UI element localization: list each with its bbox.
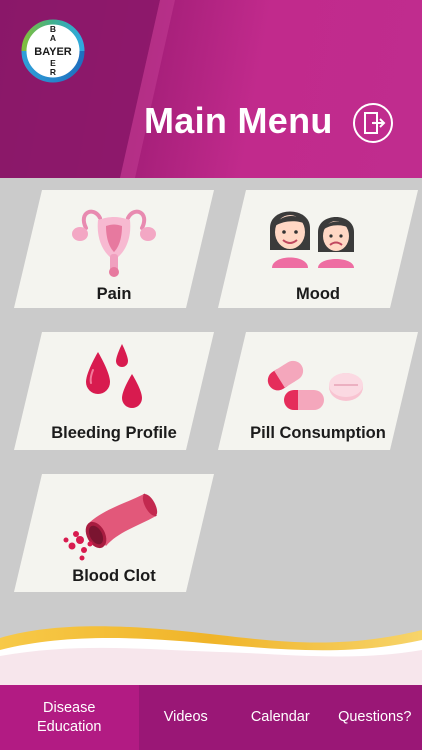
menu-item-pill-consumption[interactable]: Pill Consumption xyxy=(218,332,418,450)
nav-item-disease-education[interactable]: Disease Education xyxy=(0,685,139,750)
menu-item-label: Bleeding Profile xyxy=(51,424,177,442)
svg-text:R: R xyxy=(50,67,56,77)
menu-grid: Pain Mood Bleeding Profile Pill Consumpt… xyxy=(0,178,422,685)
menu-item-label: Blood Clot xyxy=(72,567,156,585)
bayer-logo: BAYER B A E R xyxy=(21,19,85,83)
nav-item-videos[interactable]: Videos xyxy=(139,685,234,750)
menu-item-label: Pain xyxy=(96,285,132,303)
bottom-navigation: Disease Education Videos Calendar Questi… xyxy=(0,685,422,750)
svg-text:A: A xyxy=(50,33,56,43)
menu-item-blood-clot[interactable]: Blood Clot xyxy=(14,474,214,592)
header: BAYER B A E R Main Menu xyxy=(0,0,422,178)
page-title: Main Menu xyxy=(144,100,333,141)
menu-item-pain[interactable]: Pain xyxy=(14,190,214,308)
exit-door-icon[interactable] xyxy=(352,102,394,144)
nav-item-calendar[interactable]: Calendar xyxy=(233,685,328,750)
menu-item-mood[interactable]: Mood xyxy=(218,190,418,308)
menu-item-label: Pill Consumption xyxy=(250,424,386,442)
nav-item-questions[interactable]: Questions? xyxy=(328,685,422,750)
bayer-logo-horizontal: BAYER xyxy=(34,46,72,58)
menu-item-bleeding-profile[interactable]: Bleeding Profile xyxy=(14,332,214,450)
decorative-wave xyxy=(0,626,422,685)
menu-item-label: Mood xyxy=(296,285,340,303)
